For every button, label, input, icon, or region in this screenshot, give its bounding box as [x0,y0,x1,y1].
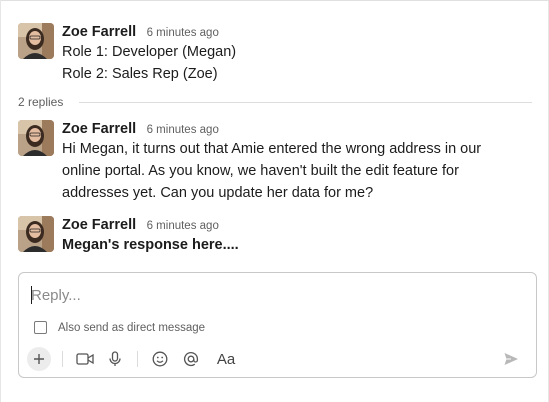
replies-divider: 2 replies [18,94,532,110]
thread-panel: Zoe Farrell 6 minutes ago Role 1: Develo… [0,0,549,402]
reply-composer: Also send as direct message [18,272,537,378]
video-icon[interactable] [73,347,97,371]
plus-icon[interactable] [27,347,51,371]
message-line: online portal. As you know, we haven't b… [62,163,459,179]
avatar[interactable] [18,216,54,252]
emoji-icon[interactable] [148,347,172,371]
avatar[interactable] [18,120,54,156]
text-caret [31,286,32,304]
top-divider [1,0,549,1]
author-name[interactable]: Zoe Farrell [62,217,136,233]
author-name[interactable]: Zoe Farrell [62,24,136,40]
divider-line [79,102,532,103]
avatar[interactable] [18,23,54,59]
message-line: Hi Megan, it turns out that Amie entered… [62,141,482,157]
composer-toolbar: Aa [27,347,527,371]
dm-checkbox-label[interactable]: Also send as direct message [58,320,205,336]
timestamp[interactable]: 6 minutes ago [147,27,219,39]
formatting-label: Aa [216,350,236,368]
mention-icon[interactable] [179,347,203,371]
message-line: addresses yet. Can you update her data f… [62,185,374,201]
microphone-icon[interactable] [103,347,127,371]
reply-input[interactable] [31,285,521,305]
formatting-icon[interactable]: Aa [212,347,240,371]
toolbar-divider [62,351,63,367]
dm-checkbox[interactable] [34,321,47,334]
toolbar-divider [137,351,138,367]
replies-count: 2 replies [18,95,64,109]
timestamp[interactable]: 6 minutes ago [147,124,219,136]
author-name[interactable]: Zoe Farrell [62,121,136,137]
message-line: Role 2: Sales Rep (Zoe) [62,66,218,82]
message-line: Role 1: Developer (Megan) [62,44,237,60]
message-line: Megan's response here.... [62,237,239,253]
timestamp[interactable]: 6 minutes ago [147,220,219,232]
send-icon[interactable] [499,347,523,371]
